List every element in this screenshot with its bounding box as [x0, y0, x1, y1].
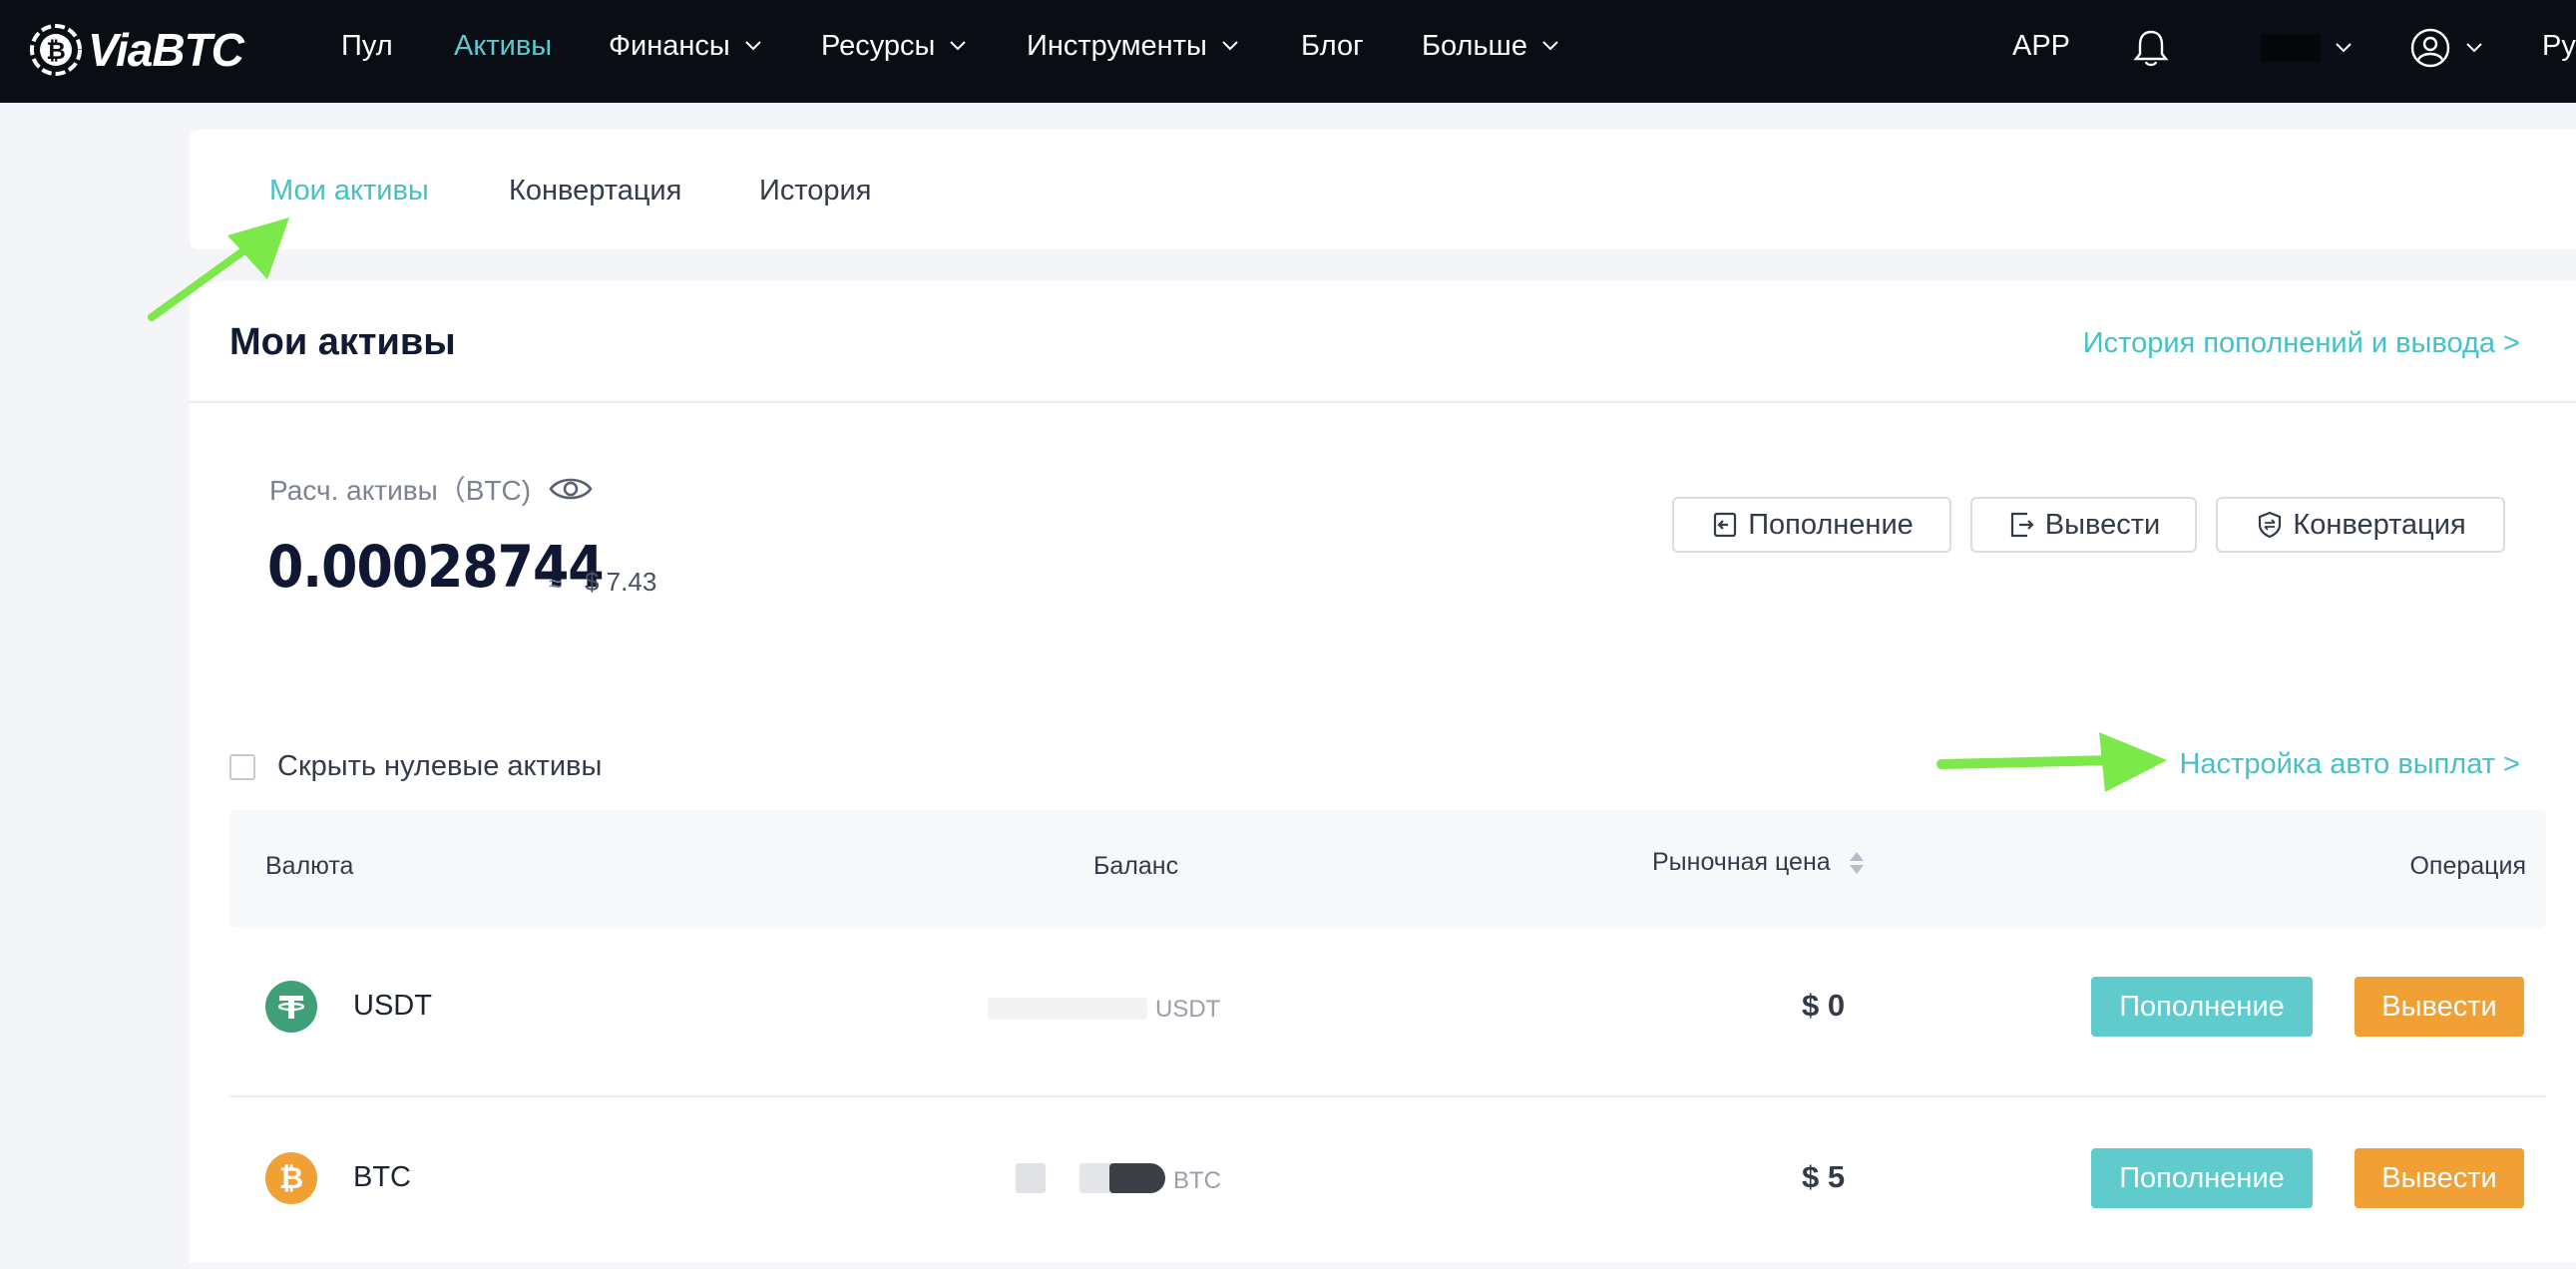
deposit-button[interactable]: Пополнение: [1672, 497, 1951, 553]
tether-icon: [265, 981, 317, 1033]
nav-tools[interactable]: Инструменты: [1027, 26, 1239, 66]
coin-name: BTC: [353, 1161, 411, 1193]
svg-text:₿: ₿: [46, 38, 66, 65]
shield-convert-icon: [2259, 511, 2282, 539]
deposit-withdraw-history-link[interactable]: История пополнений и вывода >: [2083, 327, 2520, 360]
redacted-balance: [1016, 1163, 1046, 1193]
viabtc-logo[interactable]: ₿ ViaBTC: [28, 14, 244, 86]
coin-name: USDT: [353, 990, 432, 1022]
approx-sign: ≈: [549, 571, 563, 598]
top-navigation-bar: ₿ ViaBTC Пул Активы Финансы Ресурсы Инст…: [0, 0, 2576, 103]
redacted-balance: [988, 998, 1147, 1020]
nav-resources-label: Ресурсы: [821, 29, 936, 62]
deposit-icon: [1714, 512, 1737, 538]
nav-assets-label: Активы: [454, 29, 553, 62]
tab-conversion[interactable]: Конвертация: [509, 175, 681, 208]
chevron-down-icon: [745, 41, 761, 51]
chevron-down-icon: [2336, 43, 2352, 53]
eye-icon[interactable]: [549, 474, 593, 504]
chevron-down-icon: [2466, 43, 2482, 53]
nav-finance[interactable]: Финансы: [609, 26, 762, 66]
assets-tabs: Мои активы Конвертация История: [190, 130, 2576, 249]
redacted-account: [2261, 34, 2321, 62]
estimated-assets-label: Расч. активы（BTC): [269, 469, 593, 509]
annotation-arrow-icon: [148, 217, 289, 321]
redacted-balance: [1109, 1163, 1165, 1193]
header-operation: Операция: [2409, 852, 2526, 880]
nav-more[interactable]: Больше: [1422, 26, 1559, 66]
withdraw-button[interactable]: Вывести: [1970, 497, 2197, 553]
hide-zero-assets: Скрыть нулевые активы: [229, 750, 602, 783]
row-deposit-button[interactable]: Пополнение: [2091, 1148, 2313, 1208]
language-selector[interactable]: Ру: [2542, 26, 2576, 66]
nav-pool[interactable]: Пул: [341, 26, 393, 66]
withdraw-button-label: Вывести: [2044, 508, 2161, 541]
chevron-down-icon: [1542, 41, 1558, 51]
nav-resources[interactable]: Ресурсы: [821, 26, 967, 66]
logo-text: ViaBTC: [88, 24, 244, 76]
header-balance: Баланс: [1093, 852, 1179, 880]
balance-unit: BTC: [1173, 1167, 1221, 1194]
chevron-down-icon: [950, 41, 967, 51]
table-row: ₿ BTC BTC $ 5 Пополнение Вывести: [229, 1099, 2546, 1269]
estimated-usd-value: $ 7.43: [585, 567, 657, 597]
nav-tools-label: Инструменты: [1027, 29, 1207, 62]
header-market-price[interactable]: Рыночная цена: [1652, 848, 1866, 877]
row-divider: [229, 1095, 2546, 1097]
language-label: Ру: [2542, 29, 2576, 62]
viabtc-logo-icon: ₿: [30, 24, 82, 76]
notifications-button[interactable]: [2133, 26, 2169, 70]
svg-text:₿: ₿: [279, 1161, 303, 1196]
user-menu[interactable]: [2409, 26, 2483, 70]
tab-history[interactable]: История: [759, 175, 871, 208]
account-selector[interactable]: [2261, 26, 2353, 70]
nav-more-label: Больше: [1422, 29, 1527, 62]
row-deposit-button[interactable]: Пополнение: [2091, 977, 2313, 1037]
bitcoin-icon: ₿: [265, 1152, 317, 1204]
withdraw-icon: [2010, 512, 2034, 538]
sort-icon[interactable]: [1848, 849, 1866, 877]
nav-finance-label: Финансы: [609, 29, 730, 62]
deposit-button-label: Пополнение: [1748, 508, 1914, 541]
chevron-down-icon: [1222, 41, 1238, 51]
nav-assets[interactable]: Активы: [454, 26, 552, 66]
nav-blog-label: Блог: [1301, 29, 1364, 62]
convert-button-label: Конвертация: [2293, 508, 2466, 541]
convert-button[interactable]: Конвертация: [2216, 497, 2505, 553]
market-price: $ 5: [1802, 1159, 1846, 1194]
tab-my-assets[interactable]: Мои активы: [269, 175, 429, 208]
nav-blog[interactable]: Блог: [1301, 26, 1364, 66]
row-withdraw-button[interactable]: Вывести: [2355, 977, 2524, 1037]
divider: [190, 401, 2576, 403]
hide-zero-label: Скрыть нулевые активы: [277, 750, 603, 782]
assets-table-header: Валюта Баланс Рыночная цена Операция: [229, 810, 2546, 928]
balance-unit: USDT: [1155, 996, 1221, 1023]
hide-zero-checkbox[interactable]: [229, 753, 255, 780]
market-price: $ 0: [1802, 988, 1846, 1023]
header-market-price-label: Рыночная цена: [1652, 848, 1831, 876]
header-currency: Валюта: [265, 852, 354, 880]
my-assets-panel: Мои активы История пополнений и вывода >…: [190, 281, 2576, 1263]
app-label: APP: [2012, 29, 2071, 62]
row-withdraw-button[interactable]: Вывести: [2355, 1148, 2524, 1208]
auto-payout-settings-link[interactable]: Настройка авто выплат >: [2179, 748, 2520, 781]
annotation-arrow-icon: [1936, 732, 2167, 792]
user-avatar-icon: [2410, 28, 2450, 68]
table-row: USDT USDT $ 0 Пополнение Вывести: [229, 928, 2546, 1097]
bell-icon: [2133, 30, 2169, 67]
estimated-assets-label-text: Расч. активы（BTC): [269, 475, 532, 506]
nav-pool-label: Пул: [341, 29, 393, 62]
app-download-link[interactable]: APP: [2012, 26, 2070, 66]
